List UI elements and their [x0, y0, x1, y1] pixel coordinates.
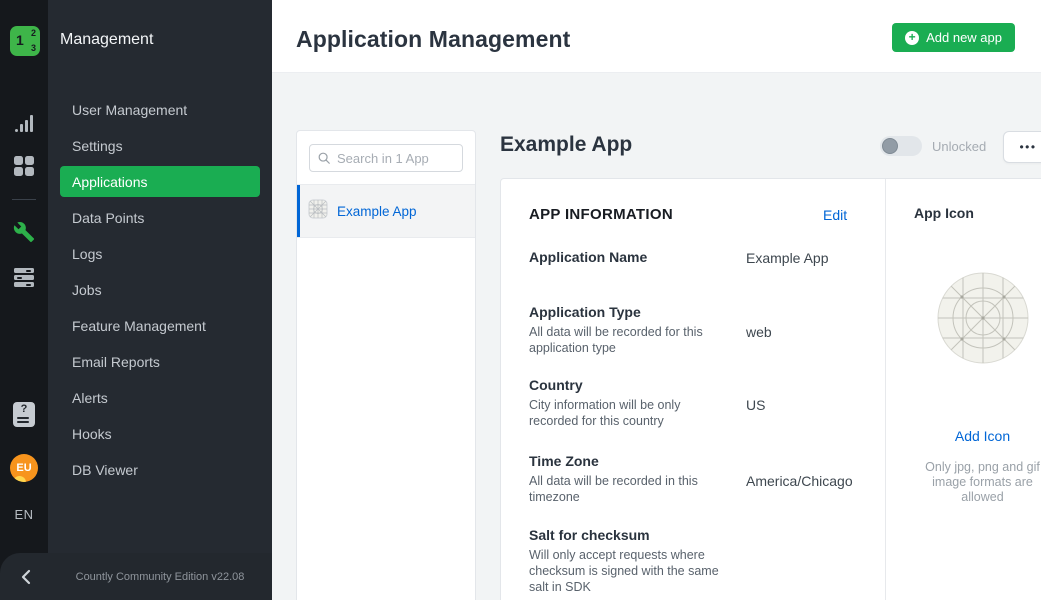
countly-logo-icon[interactable]: 1 2 3	[10, 26, 40, 56]
field-time-zone: Time Zone All data will be recorded in th…	[529, 453, 874, 505]
toggle-knob	[882, 138, 898, 154]
field-value: US	[746, 397, 765, 413]
sidebar-item-email-reports[interactable]: Email Reports	[60, 344, 260, 380]
app-list-item-label: Example App	[337, 204, 417, 219]
sidebar-section-title: Management	[60, 31, 153, 49]
app-icon-panel: App Icon	[885, 179, 1041, 600]
field-description: All data will be recorded in this timezo…	[529, 473, 726, 505]
sidebar-item-logs[interactable]: Logs	[60, 236, 260, 272]
field-value: web	[746, 324, 772, 340]
sidebar-item-applications[interactable]: Applications	[60, 166, 260, 197]
version-label: Countly Community Edition v22.08	[48, 553, 272, 600]
app-icon-heading: App Icon	[914, 205, 974, 221]
lock-state-label: Unlocked	[932, 139, 986, 154]
sidebar-menu: Management User ManagementSettingsApplic…	[48, 0, 272, 600]
field-description: Will only accept requests where checksum…	[529, 547, 726, 595]
app-rows: Example App	[297, 185, 475, 238]
logo-digit: 1	[16, 32, 24, 48]
rail-divider	[12, 199, 36, 200]
app-detail-title: Example App	[500, 133, 632, 157]
sidebar-collapse-button[interactable]	[14, 565, 38, 589]
sidebar: 1 2 3 ? EU EN Management User Management…	[0, 0, 272, 600]
sidebar-menu-items: User ManagementSettingsApplicationsData …	[48, 92, 272, 488]
field-country: Country City information will be only rec…	[529, 377, 874, 429]
plus-circle-icon: +	[905, 31, 919, 45]
management-wrench-icon[interactable]	[0, 221, 48, 243]
app-detail-card: APP INFORMATION Edit Application NameExa…	[500, 178, 1041, 600]
sidebar-item-data-points[interactable]: Data Points	[60, 200, 260, 236]
content-area: Example App Example App Unlocked ••• APP…	[272, 73, 1041, 600]
analytics-bar-chart-icon[interactable]	[0, 114, 48, 132]
avatar-initials: EU	[16, 462, 31, 474]
server-icon[interactable]	[0, 268, 48, 287]
field-label: Salt for checksum	[529, 527, 874, 543]
sidebar-item-db-viewer[interactable]: DB Viewer	[60, 452, 260, 488]
app-search-input[interactable]	[309, 144, 463, 172]
sidebar-item-user-management[interactable]: User Management	[60, 92, 260, 128]
dashboard-grid-icon[interactable]	[0, 156, 48, 176]
add-new-app-button[interactable]: + Add new app	[892, 23, 1015, 52]
field-salt-for-checksum: Salt for checksum Will only accept reques…	[529, 527, 874, 595]
field-label: Application Type	[529, 304, 874, 320]
sidebar-item-hooks[interactable]: Hooks	[60, 416, 260, 452]
help-document-icon[interactable]: ?	[0, 402, 48, 427]
icon-format-hint: Only jpg, png and gif image formats are …	[918, 460, 1041, 505]
field-value: Example App	[746, 250, 829, 266]
sidebar-item-feature-management[interactable]: Feature Management	[60, 308, 260, 344]
field-application-type: Application Type All data will be recorde…	[529, 304, 874, 356]
field-value: America/Chicago	[746, 473, 853, 489]
lock-toggle[interactable]	[880, 136, 922, 156]
edit-link[interactable]: Edit	[823, 207, 847, 223]
page-header: Application Management + Add new app	[272, 0, 1041, 73]
sidebar-footer: Countly Community Edition v22.08	[0, 553, 272, 600]
field-application-name: Application NameExample App	[529, 249, 874, 265]
main-area: Application Management + Add new app Exa…	[272, 0, 1041, 600]
app-thumbnail-icon	[308, 199, 328, 224]
field-description: All data will be recorded for this appli…	[529, 324, 726, 356]
field-label: Country	[529, 377, 874, 393]
logo-digit: 2	[31, 28, 36, 38]
add-new-app-label: Add new app	[926, 30, 1002, 45]
language-selector[interactable]: EN	[0, 507, 48, 522]
app-list-item-example-app[interactable]: Example App	[297, 185, 475, 238]
app-information-heading: APP INFORMATION	[529, 206, 673, 223]
logo-digit: 3	[31, 43, 36, 53]
more-options-button[interactable]: •••	[1003, 131, 1041, 163]
app-list-card: Example App	[296, 130, 476, 600]
search-icon	[317, 151, 331, 170]
add-icon-link[interactable]: Add Icon	[886, 428, 1041, 444]
field-description: City information will be only recorded f…	[529, 397, 726, 429]
icon-rail: 1 2 3 ? EU EN	[0, 0, 48, 600]
sidebar-item-alerts[interactable]: Alerts	[60, 380, 260, 416]
language-label: EN	[14, 507, 33, 522]
sidebar-item-jobs[interactable]: Jobs	[60, 272, 260, 308]
page-title: Application Management	[296, 26, 570, 53]
sidebar-item-settings[interactable]: Settings	[60, 128, 260, 164]
app-icon-placeholder	[936, 271, 1030, 370]
field-label: Time Zone	[529, 453, 874, 469]
user-avatar[interactable]: EU	[0, 454, 48, 482]
